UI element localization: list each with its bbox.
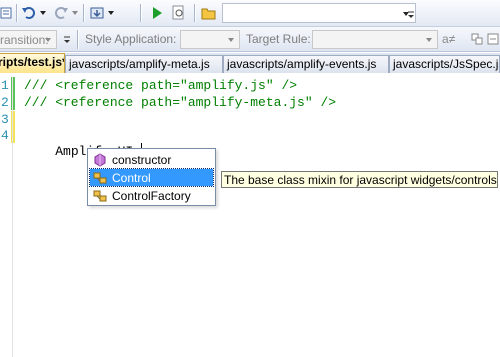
font-style-icon[interactable]: a≠: [442, 32, 455, 46]
gutter-divider: [12, 77, 13, 357]
toolbar-separator: [194, 4, 195, 22]
tab-jsspec-js[interactable]: javascripts/JsSpec.js: [389, 55, 500, 73]
completion-item[interactable]: ControlFactory: [90, 187, 213, 204]
tab-label: ripts/test.js*: [0, 55, 65, 69]
line-number: 3: [1, 112, 9, 127]
chevron-down-icon[interactable]: [228, 38, 234, 42]
tab-label: javascripts/amplify-events.js: [227, 57, 377, 71]
style-application-toolbar: ransition: Style Application: Target Rul…: [0, 27, 500, 52]
completion-item-selected[interactable]: Control: [89, 168, 214, 187]
code-editor[interactable]: 1 2 3 4 /// <reference path="amplify.js"…: [0, 75, 500, 357]
standard-toolbar: [0, 0, 500, 27]
toolbar-separator: [77, 30, 78, 49]
find-combo[interactable]: [222, 3, 416, 23]
line-number: 2: [1, 95, 9, 110]
document-tab-strip: ripts/test.js* javascripts/amplify-meta.…: [0, 53, 500, 73]
tab-amplify-meta-js[interactable]: javascripts/amplify-meta.js: [65, 55, 223, 73]
style-application-label: Style Application:: [85, 32, 177, 46]
intellisense-completion-list[interactable]: constructor Control ControlFactory: [87, 148, 216, 206]
chevron-down-icon[interactable]: [426, 38, 432, 42]
target-rule-combo[interactable]: [312, 30, 438, 49]
tab-amplify-events-js[interactable]: javascripts/amplify-events.js: [223, 55, 389, 73]
open-file-icon[interactable]: [200, 4, 218, 22]
completion-item-label: constructor: [112, 153, 172, 167]
start-debugging-icon[interactable]: [150, 4, 164, 22]
line-number: 4: [1, 128, 9, 143]
toolbar-separator: [16, 4, 17, 22]
manage-styles-icon[interactable]: [470, 30, 484, 48]
transition-combo[interactable]: ransition:: [0, 30, 57, 49]
publish-icon[interactable]: [88, 4, 106, 22]
target-rule-label: Target Rule:: [246, 32, 311, 46]
tab-test-js[interactable]: ripts/test.js*: [0, 53, 65, 73]
undo-icon[interactable]: [20, 4, 38, 22]
toolbar-options-icon[interactable]: [63, 30, 71, 48]
transition-combo-value: ransition:: [0, 33, 49, 47]
chevron-down-icon[interactable]: [45, 38, 51, 42]
tab-label: javascripts/amplify-meta.js: [69, 57, 210, 71]
publish-dropdown-icon[interactable]: [107, 4, 115, 22]
method-icon: [93, 153, 107, 167]
tab-label: javascripts/JsSpec.js: [393, 57, 500, 71]
redo-icon[interactable]: [52, 4, 70, 22]
completion-item-label: Control: [112, 171, 151, 185]
code-line: /// <reference path="amplify.js" />: [24, 78, 298, 93]
completion-item-label: ControlFactory: [112, 189, 191, 203]
code-line: /// <reference path="amplify-meta.js" />: [24, 95, 337, 110]
undo-dropdown-icon[interactable]: [39, 4, 47, 22]
find-in-files-icon[interactable]: [171, 4, 187, 22]
toolbar-separator: [83, 4, 84, 22]
redo-dropdown-icon[interactable]: [71, 4, 79, 22]
quick-info-tooltip: The base class mixin for javascript widg…: [221, 171, 498, 188]
toolbar-options-icon[interactable]: [406, 4, 416, 22]
line-number: 1: [1, 78, 9, 93]
class-icon: [93, 189, 107, 203]
toolbar-separator: [140, 4, 141, 22]
completion-item[interactable]: constructor: [90, 151, 213, 168]
class-icon: [93, 171, 107, 185]
apply-styles-icon[interactable]: [486, 30, 500, 48]
comment-icon[interactable]: [0, 4, 14, 22]
style-application-combo[interactable]: [180, 30, 240, 49]
